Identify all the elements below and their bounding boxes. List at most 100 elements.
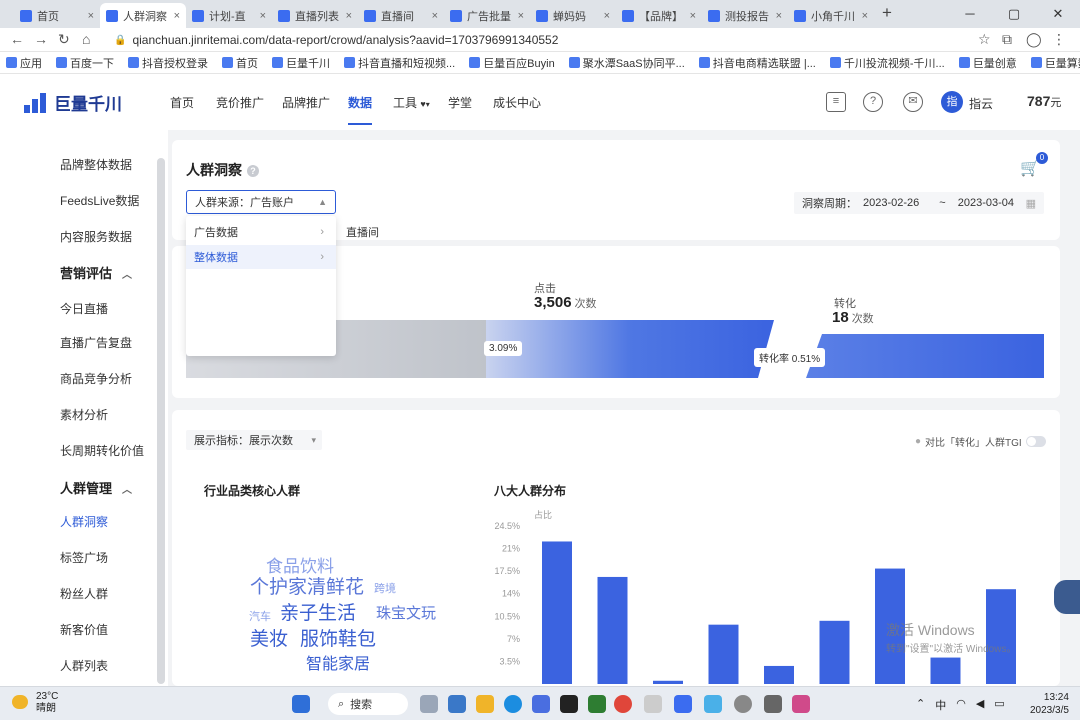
sidebar-item-feedslive[interactable]: FeedsLive数据 (60, 192, 139, 209)
star-icon[interactable]: ☆ (978, 31, 991, 48)
calendar-icon[interactable]: ▦ (1026, 197, 1036, 210)
dropdown-option-ad-data[interactable]: 广告数据 › (186, 220, 336, 244)
insight-period[interactable]: 洞察周期： 2023-02-26 ~ 2023-03-04 ▦ (794, 192, 1044, 214)
weather-widget[interactable]: 23°C 晴朗 (36, 691, 58, 715)
widgets-icon[interactable] (448, 695, 466, 713)
bookmark-item[interactable]: 抖音直播和短视频... (344, 55, 455, 71)
chrome-icon[interactable] (614, 695, 632, 713)
url-field[interactable]: 🔒 qianchuan.jinritemai.com/data-report/cr… (104, 30, 864, 50)
profile-icon[interactable]: ◯ (1026, 31, 1042, 48)
avatar[interactable]: 指 (941, 91, 963, 113)
browser-tab[interactable]: 测投报告 × (702, 3, 788, 28)
browser-tab[interactable]: 小角千川 × (788, 3, 874, 28)
browser-tab[interactable]: 广告批量 × (444, 3, 530, 28)
nav-home[interactable]: 首页 (170, 94, 194, 111)
battery-icon[interactable]: ▭ (994, 697, 1004, 713)
tab-close-icon[interactable]: × (88, 10, 94, 22)
sidebar-group-crowd[interactable]: 人群管理 ︿ (60, 478, 132, 497)
new-tab-button[interactable]: + (882, 3, 892, 23)
nav-data[interactable]: 数据 (348, 94, 372, 111)
home-icon[interactable]: ⌂ (82, 31, 90, 47)
nav-brand[interactable]: 品牌推广 (282, 94, 330, 111)
bookmark-item[interactable]: 巨量创意 (958, 55, 1017, 71)
browser-tab[interactable]: 计划-直 × (186, 3, 272, 28)
menu-icon[interactable]: ⋮ (1052, 31, 1066, 48)
compare-tgi-toggle[interactable] (1025, 436, 1046, 447)
assistant-robot-icon[interactable] (1054, 580, 1080, 614)
sidebar-item-today-live[interactable]: 今日直播 (60, 300, 108, 317)
bookmark-item[interactable]: 巨量千川 (272, 55, 330, 71)
app-icon[interactable] (674, 695, 692, 713)
minimize-icon[interactable]: ─ (948, 0, 992, 28)
browser-tab[interactable]: 人群洞察 × (100, 3, 186, 28)
username[interactable]: 指云 (969, 95, 993, 112)
tab-close-icon[interactable]: × (518, 10, 524, 22)
browser-tab[interactable]: 【品牌】 × (616, 3, 702, 28)
dropdown-submenu-live-room[interactable]: 直播间 (346, 224, 379, 240)
back-icon[interactable]: ← (10, 31, 24, 47)
start-icon[interactable] (292, 695, 310, 713)
chevron-up-icon[interactable]: ⌃ (916, 697, 925, 713)
browser-tab[interactable]: 首页 × (14, 3, 100, 28)
app-icon[interactable] (532, 695, 550, 713)
period-end[interactable]: 2023-03-04 (958, 197, 1014, 209)
app-icon[interactable] (734, 695, 752, 713)
task-view-icon[interactable] (420, 695, 438, 713)
browser-tab[interactable]: 直播间 × (358, 3, 444, 28)
app-icon[interactable] (644, 695, 662, 713)
sidebar-item-crowd-insight[interactable]: 人群洞察 (60, 513, 108, 530)
sidebar-item-crowd-list[interactable]: 人群列表 (60, 657, 108, 674)
volume-icon[interactable]: ◀ (976, 697, 984, 713)
sidebar-item-new-customer-value[interactable]: 新客价值 (60, 621, 108, 638)
bookmark-item[interactable]: 聚水潭SaaS协同平... (568, 55, 685, 71)
bookmark-item[interactable]: 抖音授权登录 (128, 55, 208, 71)
ime-indicator[interactable]: 中 (935, 697, 946, 713)
sidebar-item-live-review[interactable]: 直播广告复盘 (60, 334, 132, 351)
bookmark-item[interactable]: 巨量百应Buyin (469, 55, 555, 71)
edge-icon[interactable] (504, 695, 522, 713)
tab-close-icon[interactable]: × (776, 10, 782, 22)
tab-close-icon[interactable]: × (862, 10, 868, 22)
sidebar-item-product-competition[interactable]: 商品竞争分析 (60, 370, 132, 387)
browser-tab[interactable]: 直播列表 × (272, 3, 358, 28)
dropdown-option-overall-data[interactable]: 整体数据 › (186, 245, 336, 269)
browser-tab[interactable]: 蝉妈妈 × (530, 3, 616, 28)
period-start[interactable]: 2023-02-26 (863, 197, 919, 209)
nav-growth[interactable]: 成长中心 (493, 94, 541, 111)
nav-tools[interactable]: 工具 ♥▾ (393, 94, 430, 111)
document-icon[interactable]: ≡ (826, 92, 846, 112)
tab-close-icon[interactable]: × (346, 10, 352, 22)
app-icon[interactable] (764, 695, 782, 713)
app-icon[interactable] (588, 695, 606, 713)
system-clock[interactable]: 13:24 2023/3/5 (1030, 691, 1069, 717)
sidebar-group-marketing[interactable]: 营销评估 ︿ (60, 263, 132, 282)
help-icon[interactable]: ? (247, 165, 259, 177)
tab-close-icon[interactable]: × (604, 10, 610, 22)
bookmark-item[interactable]: 应用 (6, 55, 42, 71)
tiktok-icon[interactable] (560, 695, 578, 713)
reload-icon[interactable]: ↻ (58, 31, 70, 48)
nav-academy[interactable]: 学堂 (448, 94, 472, 111)
bookmark-item[interactable]: 首页 (222, 55, 258, 71)
file-explorer-icon[interactable] (476, 695, 494, 713)
app-icon[interactable] (792, 695, 810, 713)
sidebar-item-fans[interactable]: 粉丝人群 (60, 585, 108, 602)
nav-bidding[interactable]: 竞价推广 (216, 94, 264, 111)
maximize-icon[interactable]: ▢ (992, 0, 1036, 28)
help-icon[interactable]: ? (863, 92, 883, 112)
crowd-source-select[interactable]: 人群来源：广告账户 ▲ (186, 190, 336, 214)
forward-icon[interactable]: → (34, 31, 48, 47)
bookmark-item[interactable]: 百度一下 (56, 55, 114, 71)
close-icon[interactable]: ✕ (1036, 0, 1080, 28)
display-metric-select[interactable]: 展示指标：展示次数 ▾ (186, 430, 322, 450)
sidebar-item-brand-data[interactable]: 品牌整体数据 (60, 156, 132, 173)
extensions-icon[interactable]: ⧉ (1002, 31, 1012, 48)
app-icon[interactable] (704, 695, 722, 713)
brand-logo[interactable]: 巨量千川 (24, 90, 122, 115)
sidebar-scrollbar[interactable] (157, 158, 165, 684)
bookmark-item[interactable]: 抖音电商精选联盟 |... (698, 55, 816, 71)
tab-close-icon[interactable]: × (260, 10, 266, 22)
bookmark-item[interactable]: 巨量算数-解析内容... (1030, 55, 1080, 71)
sidebar-item-content-service[interactable]: 内容服务数据 (60, 228, 132, 245)
sidebar-item-tag-square[interactable]: 标签广场 (60, 549, 108, 566)
